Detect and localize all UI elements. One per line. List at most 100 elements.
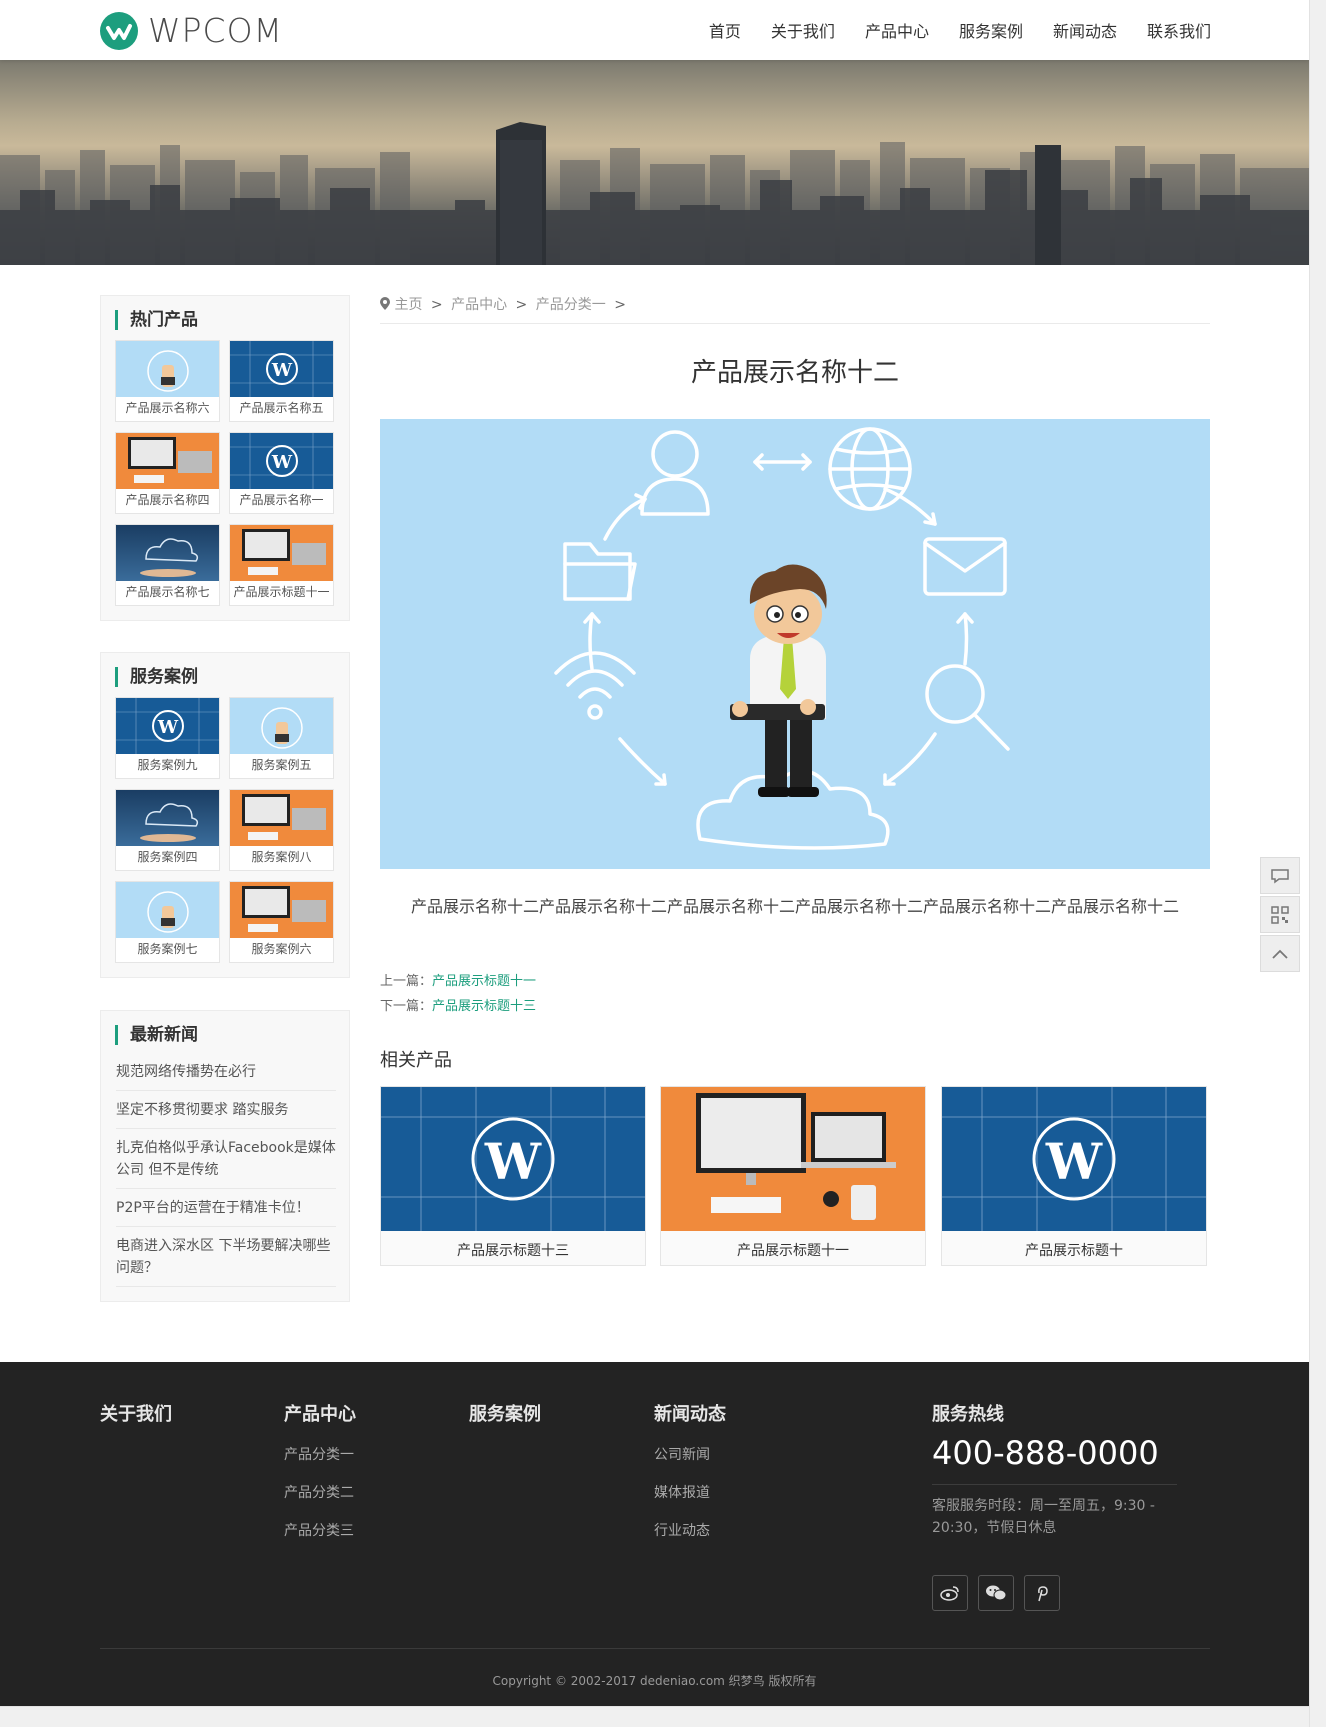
chat-button[interactable] — [1260, 857, 1300, 894]
back-to-top-button[interactable] — [1260, 935, 1300, 972]
hot-product-card[interactable]: 产品展示名称六 — [115, 340, 220, 422]
footer-products: 产品中心 产品分类一 产品分类二 产品分类三 — [284, 1400, 356, 1540]
breadcrumb-home[interactable]: 主页 — [394, 297, 422, 313]
article-description: 产品展示名称十二产品展示名称十二产品展示名称十二产品展示名称十二产品展示名称十二… — [410, 897, 1179, 916]
footer-link[interactable]: 产品分类三 — [284, 1520, 356, 1540]
chevron-up-icon — [1272, 949, 1288, 959]
article-image — [380, 419, 1210, 869]
case-card[interactable]: 服务案例八 — [229, 789, 334, 871]
nav-contact[interactable]: 联系我们 — [1147, 18, 1211, 42]
hot-product-card[interactable]: 产品展示标题十一 — [229, 524, 334, 606]
case-thumb — [230, 790, 333, 846]
nav-products[interactable]: 产品中心 — [865, 18, 929, 42]
product-thumb — [230, 525, 333, 581]
footer-link[interactable]: 媒体报道 — [654, 1482, 726, 1502]
case-card[interactable]: 服务案例七 — [115, 881, 220, 963]
case-name: 服务案例九 — [137, 758, 198, 772]
copyright: Copyright © 2002-2017 dedeniao.com 织梦鸟 版… — [492, 1674, 817, 1688]
product-thumb — [116, 341, 219, 397]
related-product-card[interactable]: W 产品展示标题十 — [941, 1086, 1207, 1266]
related-product-card[interactable]: 产品展示标题十一 — [660, 1086, 926, 1266]
breadcrumb-category[interactable]: 产品分类一 — [536, 297, 606, 313]
weibo-icon — [940, 1586, 959, 1601]
breadcrumb-products[interactable]: 产品中心 — [451, 297, 507, 313]
svg-text:W: W — [1045, 1132, 1103, 1191]
svg-text:W: W — [271, 360, 293, 381]
product-thumb — [116, 433, 219, 489]
product-name: 产品展示标题十一 — [233, 585, 330, 599]
case-name: 服务案例四 — [137, 850, 198, 864]
nav-cases[interactable]: 服务案例 — [959, 18, 1023, 42]
weibo-button[interactable] — [932, 1575, 968, 1611]
hot-product-card[interactable]: W 产品展示名称五 — [229, 340, 334, 422]
next-article-link[interactable]: 产品展示标题十三 — [432, 999, 536, 1014]
related-product-name: 产品展示标题十三 — [457, 1243, 569, 1259]
related-products-title: 相关产品 — [380, 1050, 452, 1071]
nav-about[interactable]: 关于我们 — [771, 18, 835, 42]
nav-news[interactable]: 新闻动态 — [1053, 18, 1117, 42]
svg-text:W: W — [271, 452, 293, 473]
case-thumb — [230, 698, 333, 754]
news-item[interactable]: P2P平台的运营在于精准卡位！ — [116, 1197, 336, 1227]
case-card[interactable]: 服务案例四 — [115, 789, 220, 871]
footer-about-title[interactable]: 关于我们 — [100, 1400, 172, 1426]
related-product-name: 产品展示标题十 — [1025, 1243, 1123, 1259]
related-product-image — [661, 1087, 925, 1231]
case-card[interactable]: 服务案例六 — [229, 881, 334, 963]
wechat-button[interactable] — [978, 1575, 1014, 1611]
footer-link[interactable]: 行业动态 — [654, 1520, 726, 1540]
next-article: 下一篇：产品展示标题十三 — [380, 995, 536, 1014]
nav-home[interactable]: 首页 — [709, 18, 741, 42]
footer-news-title[interactable]: 新闻动态 — [654, 1400, 726, 1426]
logo[interactable]: WPCOM — [100, 11, 283, 50]
floating-toolbar — [1260, 857, 1300, 974]
footer-news: 新闻动态 公司新闻 媒体报道 行业动态 — [654, 1400, 726, 1540]
article-title: 产品展示名称十二 — [690, 358, 899, 388]
other-social-button[interactable] — [1024, 1575, 1060, 1611]
hot-products-widget: 热门产品 产品展示名称六 W 产品展示名称五 产品展示名称四 W 产品展示名称一 — [100, 295, 350, 621]
news-item[interactable]: 电商进入深水区 下半场要解决哪些问题？ — [116, 1235, 336, 1287]
prev-article-link[interactable]: 产品展示标题十一 — [432, 974, 536, 989]
case-thumb: W — [116, 698, 219, 754]
related-product-card[interactable]: W 产品展示标题十三 — [380, 1086, 646, 1266]
hot-product-card[interactable]: 产品展示名称七 — [115, 524, 220, 606]
cases-widget: 服务案例 W 服务案例九 服务案例五 服务案例四 服务案例八 服务案例七 服务案… — [100, 652, 350, 978]
product-thumb — [116, 525, 219, 581]
related-product-image: W — [381, 1087, 645, 1231]
footer-cases-title[interactable]: 服务案例 — [469, 1400, 541, 1426]
news-item[interactable]: 坚定不移贯彻要求 踏实服务 — [116, 1099, 336, 1129]
hot-product-card[interactable]: W 产品展示名称一 — [229, 432, 334, 514]
next-label: 下一篇： — [380, 999, 433, 1014]
case-thumb — [230, 882, 333, 938]
city-skyline — [0, 122, 1309, 265]
hot-product-card[interactable]: 产品展示名称四 — [115, 432, 220, 514]
case-thumb — [116, 882, 219, 938]
cartoon-illustration — [554, 427, 1010, 850]
horizontal-scrollbar[interactable] — [0, 1706, 1309, 1727]
related-product-image: W — [942, 1087, 1206, 1231]
case-card[interactable]: W 服务案例九 — [115, 697, 220, 779]
hotline-number: 400-888-0000 — [932, 1434, 1177, 1485]
case-name: 服务案例七 — [137, 942, 198, 956]
chat-bubble-icon — [1271, 868, 1289, 883]
qrcode-button[interactable] — [1260, 896, 1300, 933]
footer-link[interactable]: 产品分类一 — [284, 1444, 356, 1464]
product-name: 产品展示名称六 — [125, 401, 210, 415]
footer-divider — [100, 1648, 1210, 1649]
case-name: 服务案例八 — [251, 850, 312, 864]
site-footer: 关于我们 产品中心 产品分类一 产品分类二 产品分类三 服务案例 新闻动态 公司… — [0, 1362, 1309, 1706]
news-item[interactable]: 扎克伯格似乎承认Facebook是媒体公司 但不是传统 — [116, 1137, 336, 1189]
case-card[interactable]: 服务案例五 — [229, 697, 334, 779]
svg-text:W: W — [484, 1132, 542, 1191]
product-name: 产品展示名称七 — [125, 585, 210, 599]
breadcrumb: 主页 > 产品中心 > 产品分类一 > — [380, 294, 1210, 324]
location-pin-icon — [380, 297, 390, 310]
news-item[interactable]: 规范网络传播势在必行 — [116, 1061, 336, 1091]
footer-products-title[interactable]: 产品中心 — [284, 1400, 356, 1426]
footer-link[interactable]: 产品分类二 — [284, 1482, 356, 1502]
vertical-scrollbar[interactable] — [1309, 0, 1326, 1727]
footer-link[interactable]: 公司新闻 — [654, 1444, 726, 1464]
footer-hotline: 服务热线 400-888-0000 客服服务时段：周一至周五，9:30 - 20… — [932, 1400, 1177, 1611]
breadcrumb-separator: > — [515, 297, 528, 313]
footer-cases: 服务案例 — [469, 1400, 541, 1426]
